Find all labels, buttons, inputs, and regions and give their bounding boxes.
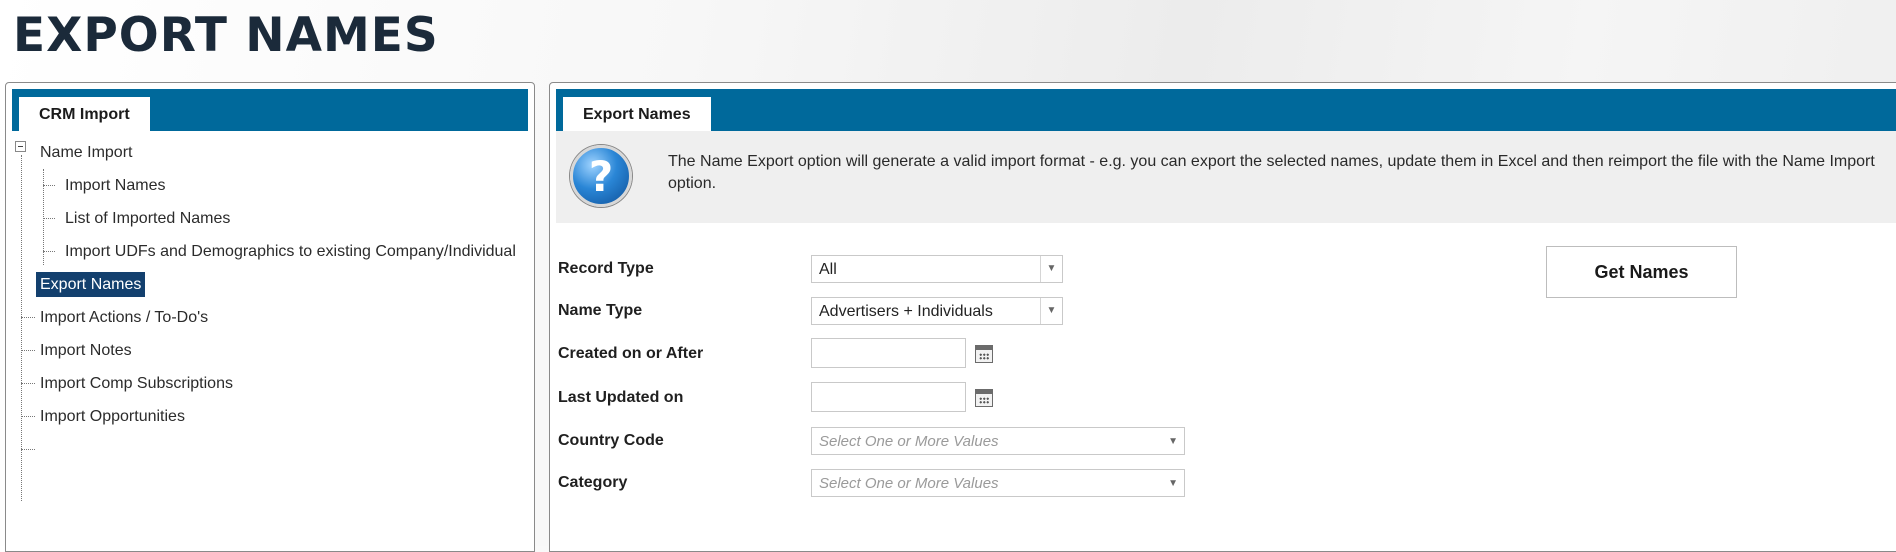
created-after-input[interactable]	[811, 338, 966, 368]
calendar-icon[interactable]	[975, 389, 993, 407]
tree-item-import-notes[interactable]: Import Notes	[36, 337, 136, 365]
created-after-label: Created on or After	[558, 345, 704, 362]
tree-item-label: Import Comp Subscriptions	[40, 375, 233, 392]
chevron-down-icon[interactable]: ▼	[1168, 470, 1178, 498]
country-code-label: Country Code	[558, 432, 664, 449]
last-updated-input[interactable]	[811, 382, 966, 412]
crm-import-tree: Name Import Import Names List of Importe…	[6, 133, 534, 551]
tab-crm-import[interactable]: CRM Import	[19, 97, 150, 131]
tree-item-name-import[interactable]: Name Import	[36, 139, 136, 167]
help-icon: ?	[570, 145, 632, 207]
info-text: The Name Export option will generate a v…	[668, 153, 1875, 192]
tree-item-import-actions[interactable]: Import Actions / To-Do's	[36, 304, 212, 332]
category-select[interactable]: Select One or More Values ▼	[811, 469, 1185, 497]
tree-item-label: Import Names	[65, 177, 166, 194]
tree-item-import-comp-subscriptions[interactable]: Import Comp Subscriptions	[36, 370, 237, 398]
info-box: ? The Name Export option will generate a…	[556, 131, 1896, 223]
category-placeholder: Select One or More Values	[819, 475, 999, 492]
record-type-label: Record Type	[558, 260, 654, 277]
name-type-value: Advertisers + Individuals	[819, 303, 993, 320]
country-code-placeholder: Select One or More Values	[819, 433, 999, 450]
export-names-panel: Export Names ? The Name Export option wi…	[549, 82, 1896, 552]
tree-item-import-opportunities[interactable]: Import Opportunities	[36, 403, 189, 431]
last-updated-label: Last Updated on	[558, 389, 684, 406]
get-names-button[interactable]: Get Names	[1546, 246, 1737, 298]
right-tab-strip: Export Names	[556, 89, 1896, 131]
tree-item-label: Export Names	[36, 272, 146, 297]
calendar-icon[interactable]	[975, 345, 993, 363]
tree-item-import-udfs[interactable]: Import UDFs and Demographics to existing…	[61, 238, 520, 266]
tree-item-label: Name Import	[40, 144, 133, 161]
tab-export-names[interactable]: Export Names	[563, 97, 711, 131]
name-type-select[interactable]: Advertisers + Individuals ▼	[811, 297, 1063, 325]
tree-item-label: List of Imported Names	[65, 210, 231, 227]
tree-item-import-names[interactable]: Import Names	[61, 172, 169, 200]
tree-item-label: Import Opportunities	[40, 408, 185, 425]
name-type-label: Name Type	[558, 302, 643, 319]
chevron-down-icon[interactable]: ▼	[1168, 428, 1178, 456]
chevron-down-icon[interactable]: ▼	[1040, 256, 1062, 282]
record-type-select[interactable]: All ▼	[811, 255, 1063, 283]
tree-item-export-names[interactable]: Export Names	[36, 271, 146, 299]
tree-item-label: Import UDFs and Demographics to existing…	[65, 243, 516, 260]
crm-import-panel: CRM Import Name Import Import Names List…	[5, 82, 535, 552]
category-label: Category	[558, 474, 628, 491]
record-type-value: All	[819, 261, 837, 278]
tree-item-label: Import Notes	[40, 342, 132, 359]
tree-item-list-of-imported-names[interactable]: List of Imported Names	[61, 205, 234, 233]
left-tab-strip: CRM Import	[12, 89, 528, 131]
tree-item-label: Import Actions / To-Do's	[40, 309, 209, 326]
page-title: EXPORT NAMES	[13, 8, 439, 63]
country-code-select[interactable]: Select One or More Values ▼	[811, 427, 1185, 455]
chevron-down-icon[interactable]: ▼	[1040, 298, 1062, 324]
